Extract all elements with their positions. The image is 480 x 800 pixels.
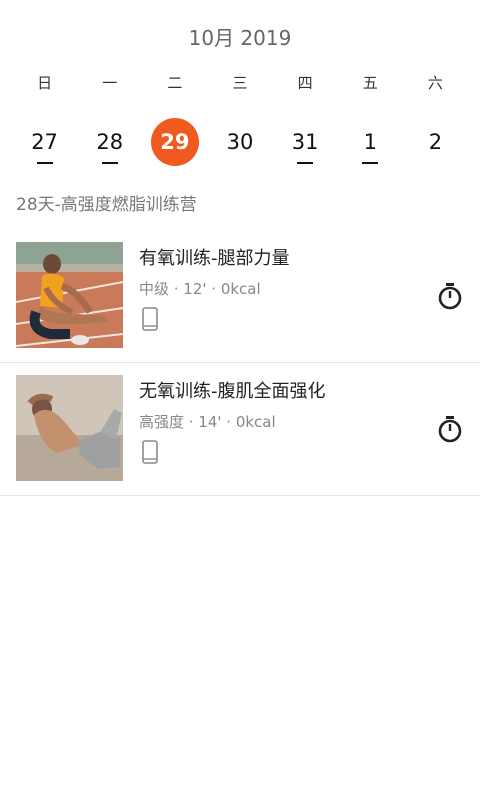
date-cell[interactable]: 1	[338, 118, 403, 174]
man-situps-photo	[16, 375, 123, 481]
phone-icon	[142, 307, 158, 331]
date-number: 28	[96, 130, 124, 154]
date-cell[interactable]: 28	[77, 118, 142, 174]
workout-item[interactable]: 无氧训练-腹肌全面强化 高强度 · 14' · 0kcal	[0, 363, 480, 496]
weekday-label: 二	[167, 74, 183, 92]
weekday-label: 五	[362, 74, 378, 92]
plan-title: 28天-高强度燃脂训练营	[16, 195, 197, 215]
date-cell[interactable]: 2	[403, 118, 468, 174]
month-title[interactable]: 10月 2019	[0, 22, 480, 51]
workout-marker	[101, 162, 118, 164]
weekday-header: 日 一 二 三 四 五 六	[12, 72, 468, 93]
date-number: 2	[428, 130, 443, 154]
date-number: 31	[291, 130, 319, 154]
workout-marker	[362, 162, 379, 164]
stopwatch-icon[interactable]	[437, 415, 463, 443]
date-cell[interactable]: 30	[207, 118, 272, 174]
weekday-label: 三	[232, 74, 248, 92]
date-cell[interactable]: 31	[273, 118, 338, 174]
workout-item[interactable]: 有氧训练-腿部力量 中级 · 12' · 0kcal	[0, 230, 480, 363]
date-number: 30	[226, 130, 254, 154]
workout-marker	[36, 162, 53, 164]
weekday-label: 六	[427, 74, 443, 92]
weekday-label: 四	[297, 74, 313, 92]
weekday-label: 一	[102, 74, 118, 92]
date-number: 27	[31, 130, 58, 154]
date-cell[interactable]: 27	[12, 118, 77, 174]
workout-thumbnail	[16, 242, 123, 348]
phone-icon	[142, 440, 158, 464]
workout-meta: 中级 · 12' · 0kcal	[139, 280, 261, 298]
date-strip: 27 28 29 30 31 1 2	[12, 118, 468, 174]
man-stretching-photo	[16, 242, 123, 348]
selected-date-number: 29	[150, 118, 199, 166]
workout-meta: 高强度 · 14' · 0kcal	[139, 413, 276, 431]
workout-thumbnail	[16, 375, 123, 481]
stopwatch-icon[interactable]	[437, 282, 463, 310]
date-cell-selected[interactable]: 29	[142, 118, 207, 174]
workout-name: 无氧训练-腹肌全面强化	[139, 381, 326, 402]
date-number: 1	[363, 130, 377, 154]
weekday-label: 日	[37, 74, 53, 92]
workout-name: 有氧训练-腿部力量	[139, 248, 290, 269]
workout-marker	[297, 162, 314, 164]
